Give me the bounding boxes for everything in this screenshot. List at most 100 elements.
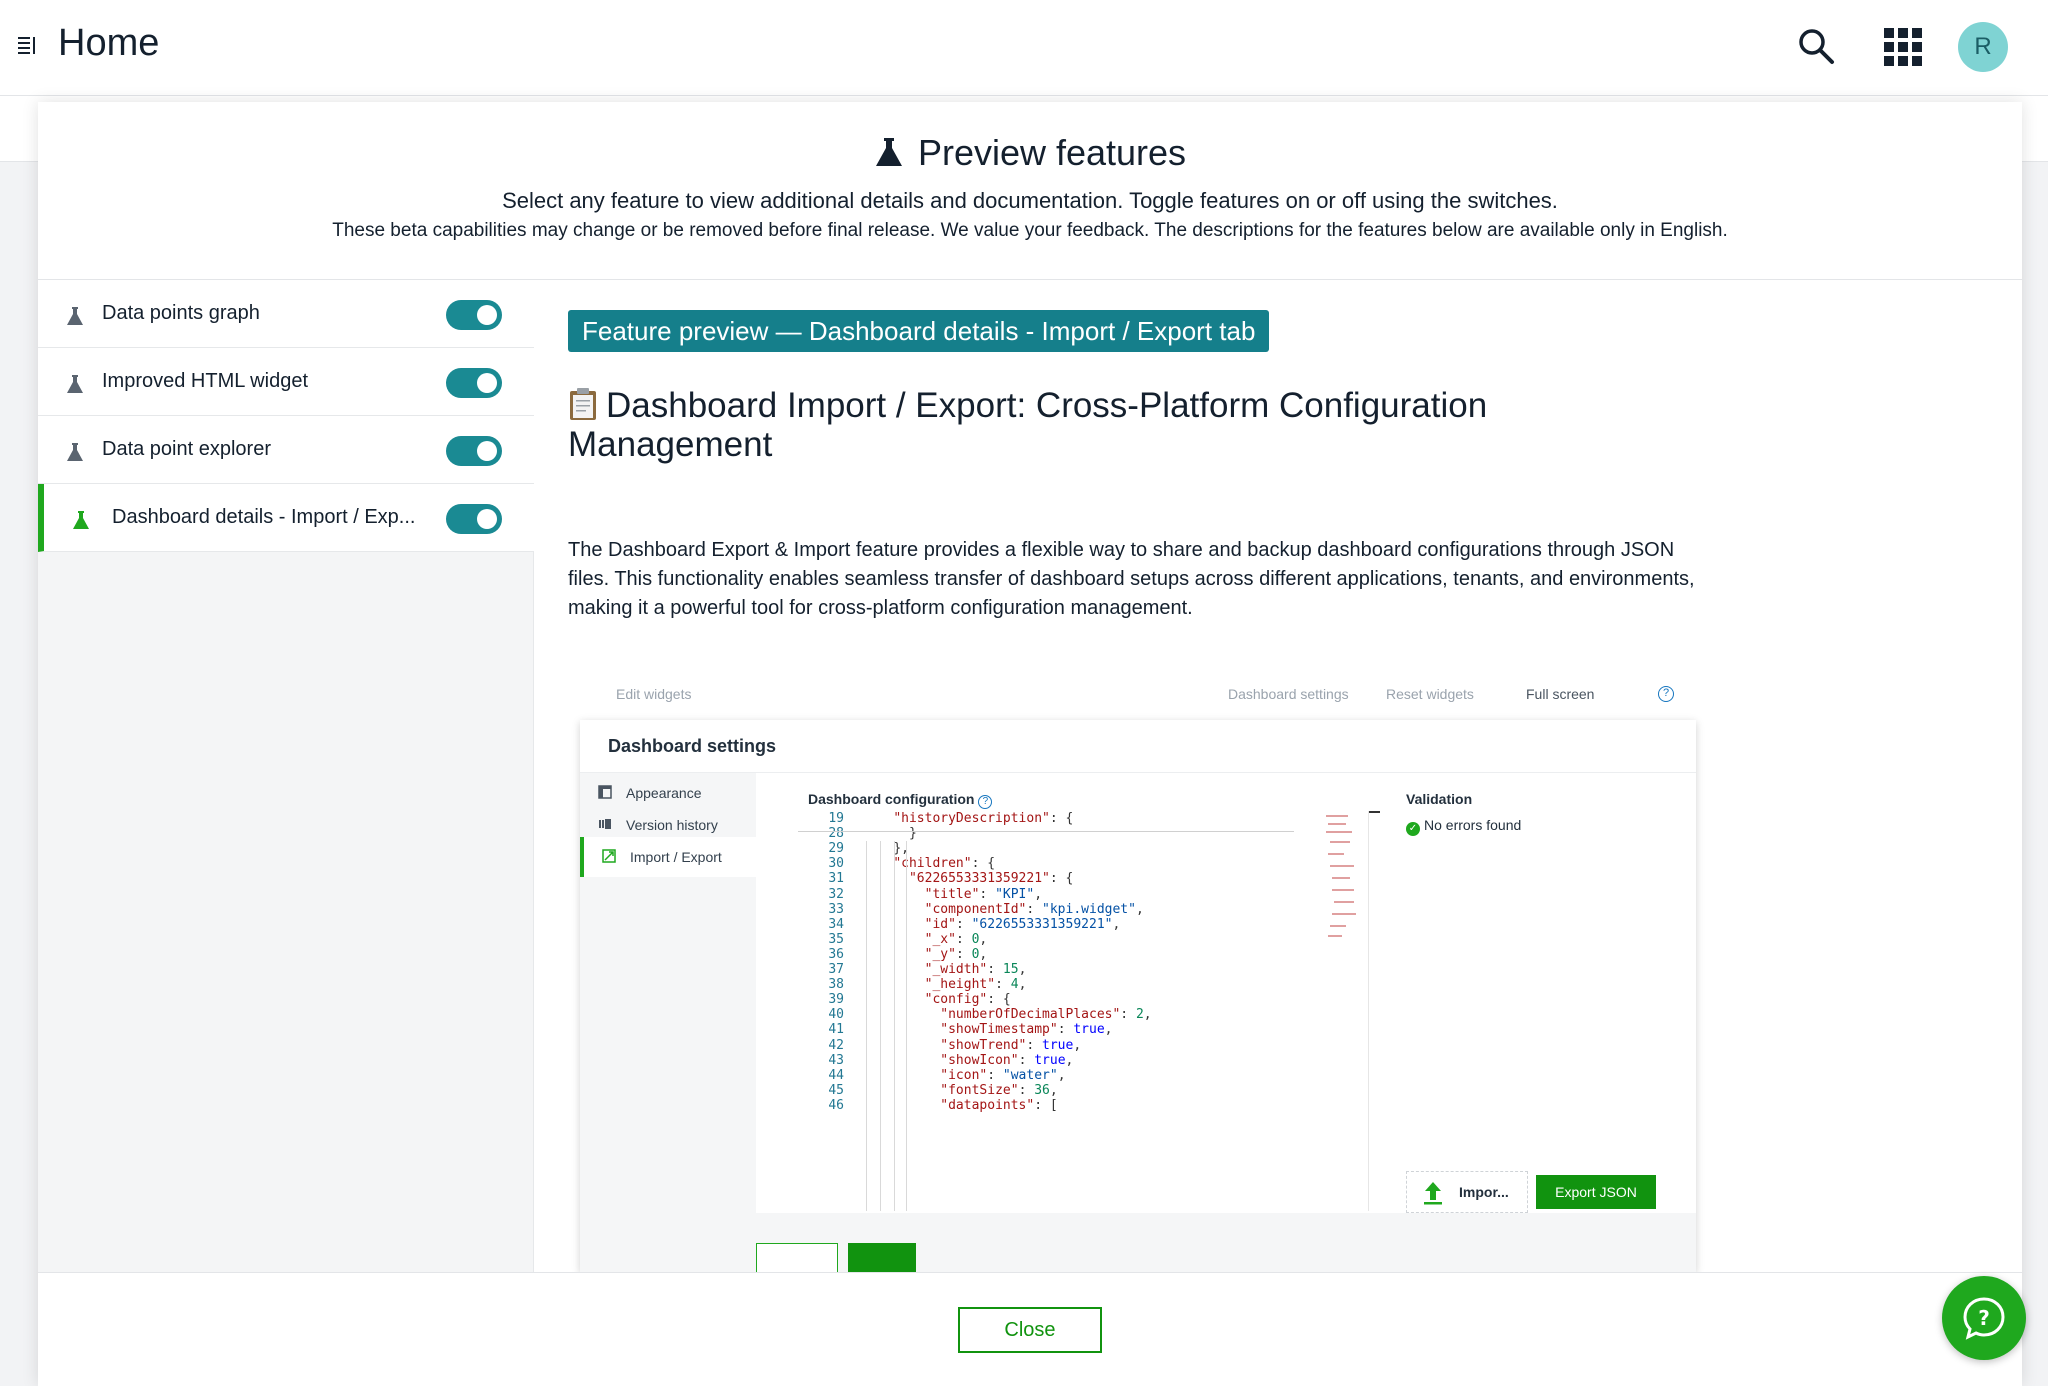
screenshot-toolbar: Edit widgets Dashboard settings Reset wi… bbox=[568, 672, 1710, 716]
line-number: 35 bbox=[828, 931, 844, 947]
help-icon: ? bbox=[978, 795, 993, 809]
indent-guide bbox=[894, 841, 895, 1211]
editor-minimap bbox=[1324, 811, 1358, 941]
check-icon: ✓ bbox=[1406, 822, 1420, 836]
preview-features-dialog: Preview features Select any feature to v… bbox=[38, 102, 2022, 1386]
nav-label: Appearance bbox=[626, 785, 702, 801]
line-number: 45 bbox=[828, 1082, 844, 1098]
feature-item-dashboard-import-export[interactable]: Dashboard details - Import / Exp... bbox=[38, 484, 534, 552]
dialog-title: Preview features bbox=[917, 132, 1187, 173]
configuration-label: Dashboard configuration? bbox=[808, 791, 993, 809]
feature-item-improved-html-widget[interactable]: Improved HTML widget bbox=[38, 348, 534, 416]
app-switcher-icon[interactable] bbox=[1884, 28, 1922, 66]
feature-toggle[interactable] bbox=[446, 436, 502, 466]
feature-toggle[interactable] bbox=[446, 368, 502, 398]
footer-button-outline bbox=[756, 1243, 838, 1272]
feature-title-text: Dashboard Import / Export: Cross-Platfor… bbox=[568, 386, 1488, 464]
feature-preview-badge: Feature preview — Dashboard details - Im… bbox=[568, 310, 1270, 352]
page-title: Home bbox=[58, 22, 160, 64]
reset-widgets-link: Reset widgets bbox=[1386, 686, 1474, 702]
line-number: 46 bbox=[828, 1097, 844, 1113]
user-avatar[interactable]: R bbox=[1958, 22, 2008, 72]
feature-item-data-point-explorer[interactable]: Data point explorer bbox=[38, 416, 534, 484]
json-editor: 19 "historyDescription": {28 }29 },30 "c… bbox=[796, 811, 1316, 1211]
line-number: 40 bbox=[828, 1007, 844, 1023]
flask-icon bbox=[875, 138, 902, 166]
flask-icon bbox=[67, 443, 83, 461]
feature-item-data-points-graph[interactable]: Data points graph bbox=[38, 280, 534, 348]
minimap-slider bbox=[1368, 811, 1380, 813]
panel-body: Appearance Version history Import / Expo… bbox=[580, 772, 1696, 1272]
dialog-note: These beta capabilities may change or be… bbox=[332, 220, 1728, 241]
feature-title: Dashboard Import / Export: Cross-Platfor… bbox=[568, 386, 1668, 464]
line-number: 43 bbox=[828, 1052, 844, 1068]
edit-widgets-link: Edit widgets bbox=[616, 686, 692, 702]
feature-label: Improved HTML widget bbox=[102, 370, 308, 392]
dashboard-settings-panel: Dashboard settings Appearance Version hi… bbox=[580, 720, 1696, 1272]
toggle-knob bbox=[477, 441, 497, 461]
upload-icon bbox=[1424, 1182, 1442, 1205]
validation-status-text: No errors found bbox=[1424, 817, 1522, 833]
configuration-label-text: Dashboard configuration bbox=[808, 791, 975, 807]
help-icon: ? bbox=[1658, 686, 1674, 702]
feature-label: Data point explorer bbox=[102, 438, 271, 460]
search-icon[interactable] bbox=[1796, 26, 1836, 66]
flask-icon bbox=[73, 511, 89, 529]
panel-main: Dashboard configuration? 19 "historyDesc… bbox=[756, 773, 1696, 1213]
feature-label: Dashboard details - Import / Exp... bbox=[112, 506, 416, 528]
line-number: 37 bbox=[828, 962, 844, 977]
import-json-button: Impor... bbox=[1406, 1171, 1528, 1213]
line-number: 30 bbox=[828, 856, 844, 872]
line-number: 32 bbox=[828, 886, 844, 902]
feature-label: Data points graph bbox=[102, 302, 260, 324]
feature-description: The Dashboard Export & Import feature pr… bbox=[568, 539, 1695, 619]
indent-guide bbox=[866, 841, 867, 1211]
nav-label: Import / Export bbox=[630, 849, 722, 865]
line-number: 34 bbox=[828, 916, 844, 932]
panel-footer bbox=[756, 1213, 1696, 1272]
validation-status: ✓ No errors found bbox=[1406, 817, 1521, 836]
line-highlight bbox=[798, 831, 1294, 832]
dialog-footer: Close bbox=[38, 1272, 2022, 1386]
close-button[interactable]: Close bbox=[958, 1307, 1102, 1353]
line-number: 41 bbox=[828, 1022, 844, 1038]
feature-screenshot: Edit widgets Dashboard settings Reset wi… bbox=[568, 672, 1710, 1272]
toggle-knob bbox=[477, 509, 497, 529]
validation-title: Validation bbox=[1406, 791, 1473, 807]
line-number: 33 bbox=[828, 901, 844, 917]
menu-icon[interactable] bbox=[16, 34, 40, 58]
code-line: 46 "datapoints": [ bbox=[796, 1097, 1057, 1118]
full-screen-link: Full screen bbox=[1526, 686, 1595, 702]
line-number: 28 bbox=[828, 826, 844, 842]
feature-detail: Feature preview — Dashboard details - Im… bbox=[534, 280, 2022, 1272]
flask-icon bbox=[67, 307, 83, 325]
line-number: 44 bbox=[828, 1067, 844, 1083]
line-number: 38 bbox=[828, 977, 844, 993]
line-number: 19 bbox=[828, 811, 844, 826]
dialog-header: Preview features Select any feature to v… bbox=[38, 102, 2022, 280]
panel-title: Dashboard settings bbox=[608, 736, 777, 756]
feature-toggle[interactable] bbox=[446, 504, 502, 534]
feature-toggle[interactable] bbox=[446, 300, 502, 330]
indent-guide bbox=[906, 841, 907, 1211]
line-number: 36 bbox=[828, 946, 844, 962]
panel-nav: Appearance Version history Import / Expo… bbox=[580, 773, 756, 1272]
nav-label: Version history bbox=[626, 817, 718, 833]
toggle-knob bbox=[477, 305, 497, 325]
help-bubble-icon: ? bbox=[1963, 1297, 2005, 1340]
svg-text:?: ? bbox=[1978, 1306, 1990, 1330]
line-number: 42 bbox=[828, 1037, 844, 1053]
dialog-subtitle: Select any feature to view additional de… bbox=[502, 188, 1558, 213]
dialog-title-row: Preview features bbox=[38, 132, 2022, 174]
toggle-knob bbox=[477, 373, 497, 393]
export-json-button: Export JSON bbox=[1536, 1175, 1656, 1209]
clipboard-icon bbox=[570, 388, 596, 420]
line-number: 29 bbox=[828, 841, 844, 857]
top-bar: Home R bbox=[0, 0, 2048, 96]
nav-item-import-export: Import / Export bbox=[580, 837, 756, 877]
help-chat-button[interactable]: ? bbox=[1942, 1276, 2026, 1360]
import-label: Impor... bbox=[1459, 1184, 1509, 1200]
line-number: 39 bbox=[828, 992, 844, 1008]
footer-button-solid bbox=[848, 1243, 916, 1272]
flask-icon bbox=[67, 375, 83, 393]
